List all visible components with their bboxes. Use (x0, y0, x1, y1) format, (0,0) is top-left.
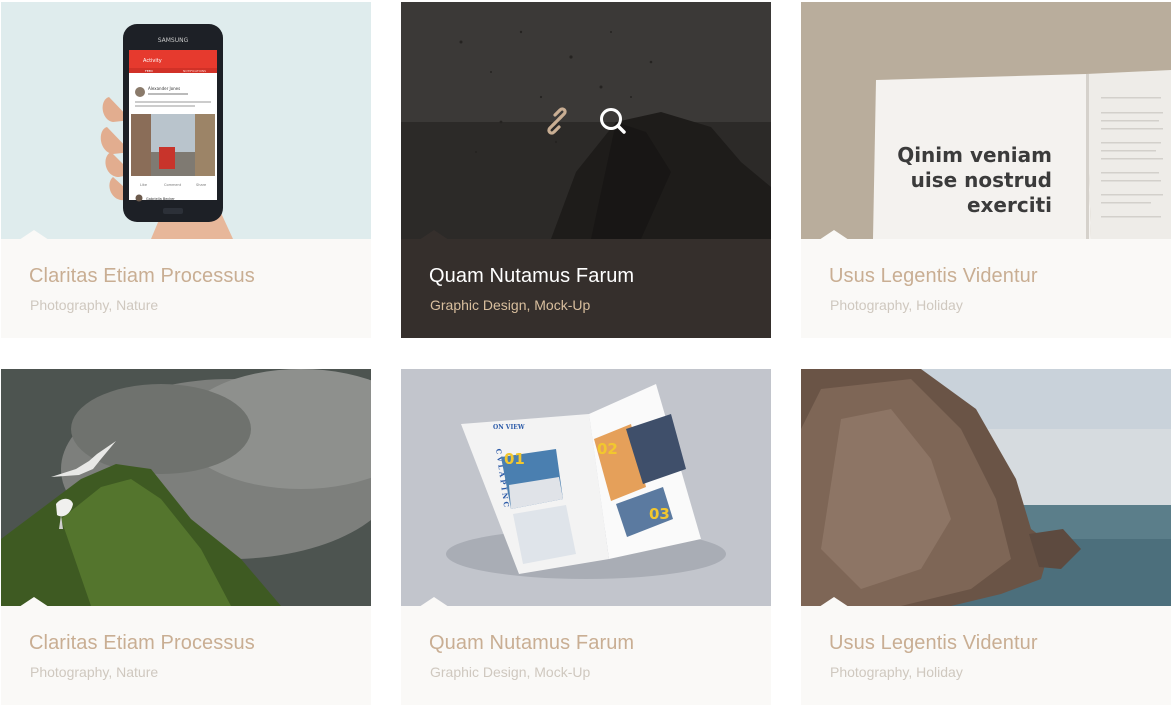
portfolio-caption: Quam Nutamus Farum Graphic Design, Mock-… (401, 606, 771, 705)
search-icon[interactable] (598, 106, 628, 136)
magazine-heading: ON VIEW (493, 424, 525, 431)
app-user2-name: Gabriella Becker (146, 197, 175, 201)
portfolio-categories[interactable]: Photography, Nature (30, 297, 158, 313)
portfolio-title[interactable]: Claritas Etiam Processus (29, 265, 255, 288)
portfolio-item[interactable]: Qinim veniam uise nostrud exerciti Usus … (801, 2, 1171, 338)
app-action-comment: Comment (164, 183, 182, 187)
portfolio-caption: Claritas Etiam Processus Photography, Na… (1, 239, 371, 338)
portfolio-caption: Usus Legentis Videntur Photography, Holi… (801, 606, 1171, 705)
link-icon[interactable] (542, 106, 572, 136)
notebook-line-1: Qinim veniam (897, 143, 1052, 167)
app-action-like: Like (140, 183, 147, 187)
portfolio-thumbnail[interactable]: SAMSUNG Activity FEED NOTIFICATIONS Alex… (1, 2, 371, 239)
portfolio-caption: Usus Legentis Videntur Photography, Holi… (801, 239, 1171, 338)
portfolio-title[interactable]: Usus Legentis Videntur (829, 632, 1038, 655)
app-tab-feed: FEED (145, 69, 154, 73)
notebook-line-3: exerciti (967, 193, 1052, 217)
portfolio-thumbnail[interactable]: ON VIEW C V L A P I N C 01 02 03 (401, 369, 771, 606)
magazine-number-02: 02 (597, 440, 618, 458)
portfolio-grid: SAMSUNG Activity FEED NOTIFICATIONS Alex… (0, 0, 1176, 708)
portfolio-item[interactable]: Usus Legentis Videntur Photography, Holi… (801, 369, 1171, 705)
portfolio-categories[interactable]: Graphic Design, Mock-Up (430, 297, 590, 313)
portfolio-title[interactable]: Claritas Etiam Processus (29, 632, 255, 655)
portfolio-thumbnail[interactable] (801, 369, 1171, 606)
portfolio-categories[interactable]: Photography, Holiday (830, 297, 963, 313)
phone-brand: SAMSUNG (158, 37, 189, 44)
portfolio-item[interactable]: SAMSUNG Activity FEED NOTIFICATIONS Alex… (1, 2, 371, 338)
magazine-number-03: 03 (649, 505, 670, 523)
portfolio-categories[interactable]: Photography, Holiday (830, 664, 963, 680)
app-title: Activity (143, 58, 162, 64)
portfolio-categories[interactable]: Graphic Design, Mock-Up (430, 664, 590, 680)
app-action-share: Share (196, 183, 206, 187)
app-user-name: Alexander Jones (148, 86, 180, 91)
hover-overlay (401, 2, 771, 239)
portfolio-thumbnail[interactable]: Qinim veniam uise nostrud exerciti (801, 2, 1171, 239)
portfolio-title[interactable]: Quam Nutamus Farum (429, 265, 634, 288)
portfolio-thumbnail[interactable] (1, 369, 371, 606)
portfolio-thumbnail[interactable] (401, 2, 771, 239)
notebook-line-2: uise nostrud (911, 168, 1052, 192)
portfolio-item[interactable]: Quam Nutamus Farum Graphic Design, Mock-… (401, 2, 771, 338)
portfolio-caption: Quam Nutamus Farum Graphic Design, Mock-… (401, 239, 771, 338)
portfolio-title[interactable]: Quam Nutamus Farum (429, 632, 634, 655)
portfolio-item[interactable]: Claritas Etiam Processus Photography, Na… (1, 369, 371, 705)
app-tab-notifications: NOTIFICATIONS (183, 69, 206, 73)
portfolio-categories[interactable]: Photography, Nature (30, 664, 158, 680)
portfolio-caption: Claritas Etiam Processus Photography, Na… (1, 606, 371, 705)
magazine-number-01: 01 (504, 450, 525, 468)
portfolio-title[interactable]: Usus Legentis Videntur (829, 265, 1038, 288)
portfolio-item[interactable]: ON VIEW C V L A P I N C 01 02 03 Quam Nu… (401, 369, 771, 705)
